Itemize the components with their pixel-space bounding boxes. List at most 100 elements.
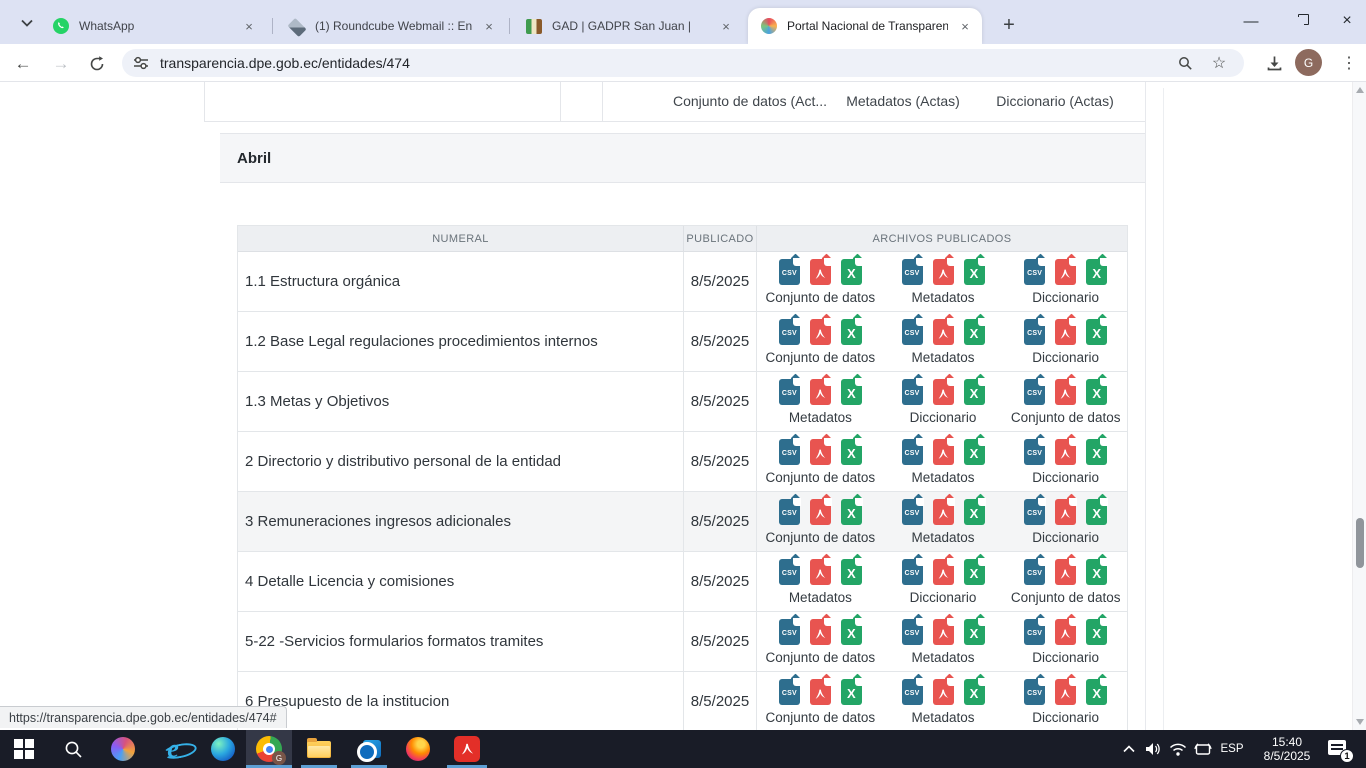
- xls-file-icon[interactable]: X: [964, 319, 985, 345]
- xls-file-icon[interactable]: X: [841, 679, 862, 705]
- xls-file-icon[interactable]: X: [841, 319, 862, 345]
- tab-close-icon[interactable]: ×: [480, 17, 498, 35]
- window-close-icon[interactable]: ×: [1332, 8, 1362, 34]
- file-group-label[interactable]: Metadatos: [911, 290, 974, 305]
- tab-close-icon[interactable]: ×: [956, 17, 974, 35]
- pdf-file-icon[interactable]: [933, 379, 954, 405]
- file-group-label[interactable]: Metadatos: [911, 710, 974, 725]
- pdf-file-icon[interactable]: [933, 319, 954, 345]
- xls-file-icon[interactable]: X: [1086, 439, 1107, 465]
- downloads-icon[interactable]: [1262, 51, 1286, 75]
- window-restore-icon[interactable]: [1284, 8, 1314, 34]
- csv-file-icon[interactable]: CSV: [902, 559, 923, 585]
- csv-file-icon[interactable]: CSV: [902, 679, 923, 705]
- file-group-label[interactable]: Conjunto de datos: [766, 470, 876, 485]
- csv-file-icon[interactable]: CSV: [779, 259, 800, 285]
- pdf-file-icon[interactable]: [810, 439, 831, 465]
- outlook-icon[interactable]: [356, 730, 382, 768]
- xls-file-icon[interactable]: X: [964, 679, 985, 705]
- file-group-label[interactable]: Diccionario: [1032, 530, 1099, 545]
- language-indicator[interactable]: ESP: [1216, 730, 1248, 768]
- file-explorer-icon[interactable]: [306, 730, 332, 768]
- xls-file-icon[interactable]: X: [1086, 499, 1107, 525]
- csv-file-icon[interactable]: CSV: [1024, 379, 1045, 405]
- pdf-file-icon[interactable]: [810, 499, 831, 525]
- xls-file-icon[interactable]: X: [1086, 259, 1107, 285]
- xls-file-icon[interactable]: X: [964, 499, 985, 525]
- xls-file-icon[interactable]: X: [841, 259, 862, 285]
- tab-portal-transparencia-active[interactable]: Portal Nacional de Transparenc ×: [748, 8, 982, 44]
- file-group-label[interactable]: Conjunto de datos: [766, 530, 876, 545]
- xls-file-icon[interactable]: X: [841, 439, 862, 465]
- firefox-icon[interactable]: [405, 730, 431, 768]
- xls-file-icon[interactable]: X: [1086, 379, 1107, 405]
- csv-file-icon[interactable]: CSV: [779, 559, 800, 585]
- file-group-label[interactable]: Diccionario: [1032, 650, 1099, 665]
- pdf-file-icon[interactable]: [933, 499, 954, 525]
- file-group-label[interactable]: Metadatos: [789, 590, 852, 605]
- scroll-down-icon[interactable]: [1356, 719, 1364, 725]
- csv-file-icon[interactable]: CSV: [779, 679, 800, 705]
- reload-icon[interactable]: [84, 51, 110, 77]
- numeral-cell[interactable]: 5-22 -Servicios formularios formatos tra…: [238, 612, 684, 671]
- xls-file-icon[interactable]: X: [1086, 679, 1107, 705]
- tray-chevron-up-icon[interactable]: [1118, 730, 1140, 768]
- pdf-file-icon[interactable]: [1055, 619, 1076, 645]
- file-group-label[interactable]: Diccionario: [1032, 470, 1099, 485]
- tab-roundcube[interactable]: (1) Roundcube Webmail :: Entra ×: [276, 8, 506, 44]
- xls-file-icon[interactable]: X: [1086, 559, 1107, 585]
- xls-file-icon[interactable]: X: [964, 439, 985, 465]
- file-group-label[interactable]: Conjunto de datos: [766, 290, 876, 305]
- csv-file-icon[interactable]: CSV: [902, 619, 923, 645]
- pdf-file-icon[interactable]: [1055, 379, 1076, 405]
- file-group-label[interactable]: Metadatos: [789, 410, 852, 425]
- xls-file-icon[interactable]: X: [841, 379, 862, 405]
- csv-file-icon[interactable]: CSV: [779, 379, 800, 405]
- url-text[interactable]: transparencia.dpe.gob.ec/entidades/474: [160, 49, 410, 77]
- csv-file-icon[interactable]: CSV: [1024, 679, 1045, 705]
- file-group-label[interactable]: Diccionario: [910, 590, 977, 605]
- pdf-file-icon[interactable]: [933, 619, 954, 645]
- file-group-label[interactable]: Conjunto de datos: [1011, 590, 1121, 605]
- window-minimize-icon[interactable]: —: [1236, 8, 1266, 34]
- pdf-file-icon[interactable]: [933, 259, 954, 285]
- numeral-cell[interactable]: 1.1 Estructura orgánica: [238, 252, 684, 311]
- file-group-label[interactable]: Conjunto de datos: [766, 710, 876, 725]
- taskbar-search-icon[interactable]: [60, 730, 86, 768]
- file-group-label[interactable]: Diccionario: [910, 410, 977, 425]
- scrollbar-thumb[interactable]: [1356, 518, 1364, 568]
- forward-icon[interactable]: →: [48, 51, 74, 77]
- tab-list-chevron-icon[interactable]: [12, 10, 42, 36]
- numeral-cell[interactable]: 4 Detalle Licencia y comisiones: [238, 552, 684, 611]
- xls-file-icon[interactable]: X: [841, 559, 862, 585]
- file-group-label[interactable]: Metadatos: [911, 650, 974, 665]
- pdf-file-icon[interactable]: [1055, 259, 1076, 285]
- connect-display-icon[interactable]: [1192, 730, 1214, 768]
- start-button[interactable]: [10, 730, 38, 768]
- taskbar-clock[interactable]: 15:40 8/5/2025: [1252, 730, 1322, 768]
- tab-gad[interactable]: GAD | GADPR San Juan | ×: [513, 8, 743, 44]
- bookmark-star-icon[interactable]: ☆: [1210, 54, 1228, 72]
- xls-file-icon[interactable]: X: [964, 379, 985, 405]
- numeral-cell[interactable]: 1.2 Base Legal regulaciones procedimient…: [238, 312, 684, 371]
- xls-file-icon[interactable]: X: [1086, 619, 1107, 645]
- numeral-cell[interactable]: 3 Remuneraciones ingresos adicionales: [238, 492, 684, 551]
- pdf-file-icon[interactable]: [810, 619, 831, 645]
- wifi-icon[interactable]: [1167, 730, 1189, 768]
- csv-file-icon[interactable]: CSV: [1024, 439, 1045, 465]
- csv-file-icon[interactable]: CSV: [902, 499, 923, 525]
- pdf-file-icon[interactable]: [933, 439, 954, 465]
- csv-file-icon[interactable]: CSV: [1024, 259, 1045, 285]
- csv-file-icon[interactable]: CSV: [1024, 319, 1045, 345]
- back-icon[interactable]: ←: [10, 51, 36, 77]
- new-tab-button[interactable]: +: [996, 12, 1022, 38]
- acrobat-icon[interactable]: [453, 730, 481, 768]
- pdf-file-icon[interactable]: [1055, 559, 1076, 585]
- chrome-taskbar-active[interactable]: G: [246, 730, 292, 768]
- pdf-file-icon[interactable]: [1055, 439, 1076, 465]
- file-group-label[interactable]: Diccionario: [1032, 290, 1099, 305]
- xls-file-icon[interactable]: X: [841, 619, 862, 645]
- pdf-file-icon[interactable]: [933, 559, 954, 585]
- csv-file-icon[interactable]: CSV: [1024, 499, 1045, 525]
- numeral-cell[interactable]: 6 Presupuesto de la institucion: [238, 672, 684, 730]
